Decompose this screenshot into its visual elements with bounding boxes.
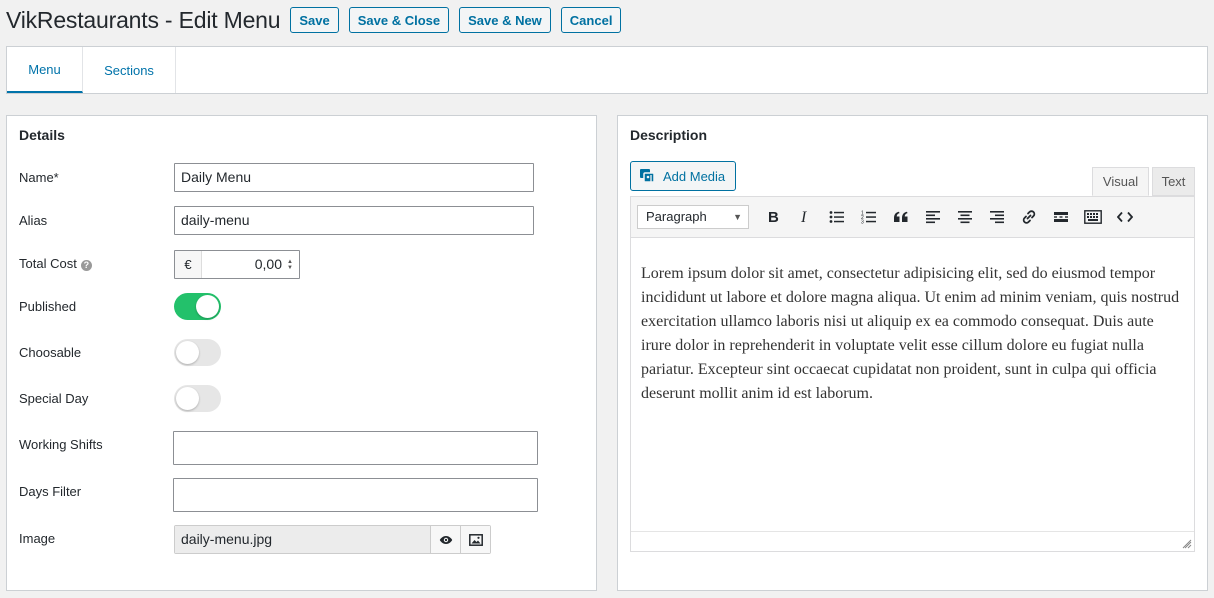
tab-bar: Menu Sections: [6, 46, 1208, 94]
read-more-button[interactable]: [1045, 202, 1077, 232]
format-select[interactable]: Paragraph ▼: [637, 205, 749, 229]
eye-icon: [439, 535, 452, 544]
keyboard-icon: [1084, 210, 1102, 224]
toolbar-toggle-button[interactable]: [1077, 202, 1109, 232]
published-label: Published: [19, 299, 77, 314]
published-toggle[interactable]: [174, 293, 221, 320]
tab-visual[interactable]: Visual: [1092, 167, 1149, 196]
image-filename[interactable]: daily-menu.jpg: [175, 526, 430, 553]
bullet-list-button[interactable]: [821, 202, 853, 232]
working-shifts-label: Working Shifts: [19, 437, 103, 452]
total-cost-label: Total Cost?: [19, 256, 92, 271]
currency-symbol: €: [175, 251, 202, 278]
name-input[interactable]: Daily Menu: [174, 163, 534, 192]
help-icon[interactable]: ?: [80, 260, 92, 271]
toggle-knob: [176, 387, 199, 410]
save-close-button[interactable]: Save & Close: [348, 7, 450, 33]
align-center-icon: [958, 211, 972, 224]
details-title: Details: [19, 127, 65, 143]
editor-toolbar: Paragraph ▼ B I 123: [631, 197, 1194, 238]
link-button[interactable]: [1013, 202, 1045, 232]
total-cost-input[interactable]: 0,00: [202, 251, 284, 278]
media-icon: [640, 169, 655, 183]
blockquote-button[interactable]: [885, 202, 917, 232]
numbered-list-button[interactable]: 123: [853, 202, 885, 232]
quote-icon: [894, 211, 908, 222]
toggle-knob: [196, 295, 219, 318]
number-spinner-icon[interactable]: ▲ ▼: [284, 251, 296, 278]
tab-menu[interactable]: Menu: [7, 47, 83, 93]
bullet-list-icon: [829, 211, 844, 223]
svg-text:I: I: [800, 210, 807, 224]
editor-status-bar: [631, 531, 1194, 551]
svg-text:3: 3: [861, 220, 864, 225]
tab-sections[interactable]: Sections: [83, 47, 176, 93]
description-panel: Description Add Media Visual Text Paragr…: [617, 115, 1208, 591]
add-media-button[interactable]: Add Media: [630, 161, 736, 191]
numbered-list-icon: 123: [861, 211, 876, 225]
rich-text-editor: Paragraph ▼ B I 123 Lorem ipsum dolor si…: [630, 196, 1195, 552]
add-media-label: Add Media: [663, 168, 726, 184]
total-cost-label-text: Total Cost: [19, 256, 77, 271]
special-day-label: Special Day: [19, 391, 89, 406]
days-filter-label: Days Filter: [19, 484, 82, 499]
align-left-button[interactable]: [917, 202, 949, 232]
days-filter-select[interactable]: [173, 478, 538, 512]
page-header: VikRestaurants - Edit Menu Save Save & C…: [6, 6, 631, 34]
image-icon: [468, 533, 483, 546]
description-title: Description: [630, 127, 708, 143]
italic-button[interactable]: I: [789, 202, 821, 232]
page-title: VikRestaurants - Edit Menu: [6, 6, 281, 33]
link-icon: [1022, 210, 1036, 224]
media-picker-button[interactable]: [460, 526, 490, 553]
image-field: daily-menu.jpg: [174, 525, 491, 554]
source-code-button[interactable]: [1109, 202, 1141, 232]
toggle-knob: [176, 341, 199, 364]
code-icon: [1117, 211, 1133, 223]
cancel-button[interactable]: Cancel: [560, 7, 622, 33]
align-right-button[interactable]: [981, 202, 1013, 232]
choosable-label: Choosable: [19, 345, 82, 360]
resize-handle-icon[interactable]: [1182, 539, 1192, 549]
svg-text:B: B: [768, 210, 779, 224]
bold-icon: B: [768, 210, 779, 224]
special-day-toggle[interactable]: [174, 385, 221, 412]
editor-content[interactable]: Lorem ipsum dolor sit amet, consectetur …: [631, 238, 1194, 531]
save-button[interactable]: Save: [290, 7, 339, 33]
total-cost-field[interactable]: € 0,00 ▲ ▼: [174, 250, 300, 279]
read-more-icon: [1054, 212, 1068, 222]
bold-button[interactable]: B: [757, 202, 789, 232]
italic-icon: I: [800, 210, 807, 224]
name-label: Name*: [19, 170, 59, 185]
save-new-button[interactable]: Save & New: [459, 7, 551, 33]
format-select-value: Paragraph: [646, 209, 707, 224]
align-right-icon: [990, 211, 1004, 224]
tab-text[interactable]: Text: [1152, 167, 1195, 196]
align-center-button[interactable]: [949, 202, 981, 232]
image-label: Image: [19, 531, 56, 546]
chevron-down-icon: ▼: [733, 212, 742, 222]
working-shifts-select[interactable]: [173, 431, 538, 465]
choosable-toggle[interactable]: [174, 339, 221, 366]
align-left-icon: [926, 211, 940, 224]
details-panel: Details Name* Daily Menu Alias daily-men…: [6, 115, 597, 591]
alias-input[interactable]: daily-menu: [174, 206, 534, 235]
preview-button[interactable]: [430, 526, 460, 553]
alias-label: Alias: [19, 213, 48, 228]
